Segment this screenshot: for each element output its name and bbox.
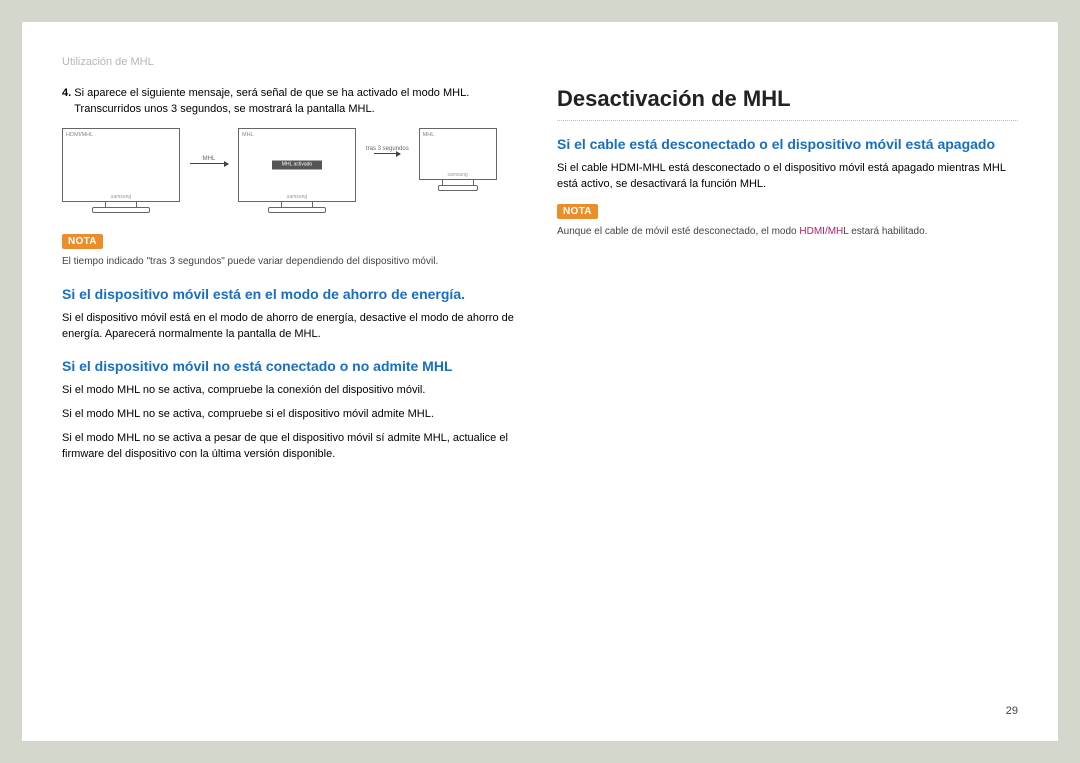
monitor-1-label: HDMI/MHL — [66, 132, 176, 138]
monitor-3-brand: samsung — [448, 172, 468, 178]
para-cable-off: Si el cable HDMI-MHL está desconectado o… — [557, 161, 1018, 193]
nota2-magenta: HDMI/MH — [799, 226, 843, 237]
item-4-line2: Transcurridos unos 3 segundos, se mostra… — [74, 103, 374, 115]
para-noconn-3: Si el modo MHL no se activa a pesar de q… — [62, 431, 523, 463]
monitor-3-label: MHL — [423, 132, 493, 138]
divider — [557, 120, 1018, 121]
item-4: 4. Si aparece el siguiente mensaje, será… — [62, 86, 523, 118]
heading-cable-off: Si el cable está desconectado o el dispo… — [557, 135, 1018, 153]
monitor-2-popup: MHL activado — [272, 160, 322, 169]
monitor-1: HDMI/MHL samsung — [62, 128, 180, 213]
breadcrumb-header: Utilización de MHL — [62, 56, 1018, 68]
monitor-2-brand: samsung — [287, 194, 307, 200]
nota2-post: L estará habilitado. — [843, 226, 927, 237]
heading-noconn: Si el dispositivo móvil no está conectad… — [62, 357, 523, 375]
nota-badge-1: NOTA — [62, 234, 103, 249]
monitor-2-label: MHL — [242, 132, 352, 138]
nota2-pre: Aunque el cable de móvil esté desconecta… — [557, 226, 799, 237]
para-noconn-2: Si el modo MHL no se activa, compruebe s… — [62, 407, 523, 423]
page-number: 29 — [1006, 705, 1018, 717]
nota-badge-2: NOTA — [557, 204, 598, 219]
nota-text-1: El tiempo indicado "tras 3 segundos" pue… — [62, 255, 523, 269]
nota-text-2: Aunque el cable de móvil esté desconecta… — [557, 225, 1018, 239]
item-4-number: 4. — [62, 87, 71, 99]
monitor-3: MHL samsung — [419, 128, 497, 191]
item-4-line1: Si aparece el siguiente mensaje, será se… — [74, 87, 469, 99]
heading-deactivation: Desactivación de MHL — [557, 86, 1018, 112]
arrow-2: tras 3 segundos — [366, 146, 409, 155]
para-noconn-1: Si el modo MHL no se activa, compruebe l… — [62, 383, 523, 399]
monitor-2: MHL MHL activado samsung — [238, 128, 356, 213]
monitors-diagram: HDMI/MHL samsung MHL MHL MHL activado — [62, 128, 523, 213]
monitor-1-brand: samsung — [111, 194, 131, 200]
arrow-1: MHL — [190, 156, 228, 165]
arrow-1-label: MHL — [203, 156, 216, 163]
heading-energy: Si el dispositivo móvil está en el modo … — [62, 285, 523, 303]
para-energy: Si el dispositivo móvil está en el modo … — [62, 311, 523, 343]
arrow-2-label: tras 3 segundos — [366, 146, 409, 153]
